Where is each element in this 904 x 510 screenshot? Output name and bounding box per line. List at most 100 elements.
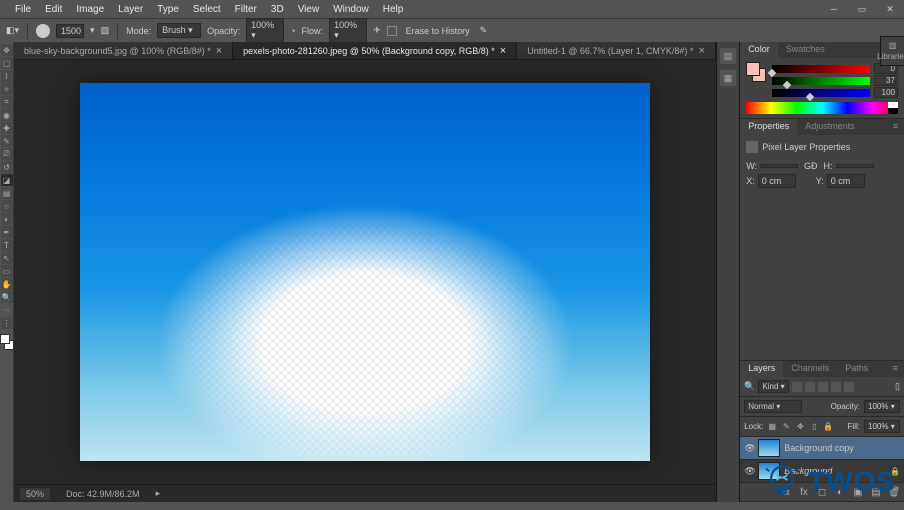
fill-input[interactable]: 100% ▾ [864, 420, 900, 433]
x-input[interactable]: 0 cm [758, 174, 796, 188]
lasso-tool[interactable]: ⌇ [1, 70, 13, 82]
filter-adjust-icon[interactable] [805, 382, 815, 392]
canvas[interactable] [80, 83, 650, 461]
tool-expand-icon[interactable]: ⋯ [1, 304, 13, 316]
status-chevron-icon[interactable]: ▸ [156, 488, 161, 499]
type-tool[interactable]: T [1, 239, 13, 251]
w-input[interactable] [760, 164, 798, 168]
brush-panel-icon[interactable]: ▨ [101, 25, 110, 36]
doc-tab-2[interactable]: Untitled-1 @ 66.7% (Layer 1, CMYK/8#) *× [517, 42, 716, 59]
zoom-tool[interactable]: 🔍 [1, 291, 13, 303]
eraser-tool-icon[interactable]: ◧▾ [6, 25, 19, 36]
panel-color-swatches[interactable] [746, 62, 766, 82]
menu-image[interactable]: Image [69, 4, 111, 15]
fg-swatch[interactable] [746, 62, 760, 76]
menu-window[interactable]: Window [326, 4, 376, 15]
tab-properties[interactable]: Properties [740, 119, 797, 135]
menu-file[interactable]: File [8, 4, 38, 15]
layer-thumbnail[interactable] [758, 439, 780, 457]
r-slider[interactable] [772, 65, 870, 73]
layer-name[interactable]: Background copy [784, 443, 854, 453]
mode-select[interactable]: Brush ▾ [157, 23, 201, 38]
close-icon[interactable]: × [216, 45, 222, 57]
path-tool[interactable]: ↖ [1, 252, 13, 264]
color-spectrum[interactable] [746, 102, 898, 114]
tab-paths[interactable]: Paths [837, 361, 876, 377]
pressure-opacity-icon[interactable]: ◔ [290, 26, 295, 36]
menu-filter[interactable]: Filter [228, 4, 264, 15]
blur-tool[interactable]: ○ [1, 200, 13, 212]
filter-shape-icon[interactable] [831, 382, 841, 392]
tab-layers[interactable]: Layers [740, 361, 783, 377]
brush-tool[interactable]: ✎ [1, 135, 13, 147]
opacity-input[interactable]: 100% ▾ [246, 18, 284, 43]
minimize-button[interactable]: ─ [820, 0, 848, 18]
zoom-level[interactable]: 50% [20, 488, 50, 500]
shape-tool[interactable]: ▭ [1, 265, 13, 277]
marquee-tool[interactable]: ▢ [1, 57, 13, 69]
libraries-tab[interactable]: ▥ Libraries [880, 36, 904, 66]
actions-panel-icon[interactable]: ▦ [720, 70, 736, 86]
brush-dropdown-icon[interactable]: ▾ [90, 25, 95, 36]
stamp-tool[interactable]: ⎚ [1, 148, 13, 160]
layer-row[interactable]: 👁 Background copy [740, 437, 904, 460]
link-wh-icon[interactable]: GĐ [804, 161, 818, 171]
heal-tool[interactable]: ✚ [1, 122, 13, 134]
lock-transparency-icon[interactable]: ▦ [767, 422, 777, 432]
brush-size-value[interactable]: 1500 [56, 24, 84, 38]
crop-tool[interactable]: ⌗ [1, 96, 13, 108]
history-brush-tool[interactable]: ↺ [1, 161, 13, 173]
filter-type-icon[interactable] [818, 382, 828, 392]
fg-color-swatch[interactable] [0, 334, 10, 344]
lock-position-icon[interactable]: ✥ [795, 422, 805, 432]
history-panel-icon[interactable]: ▤ [720, 48, 736, 64]
close-icon[interactable]: × [500, 45, 506, 57]
dodge-tool[interactable]: ◐ [1, 213, 13, 225]
menu-type[interactable]: Type [150, 4, 186, 15]
b-value[interactable]: 100 [874, 87, 898, 98]
filter-smart-icon[interactable] [844, 382, 854, 392]
filter-kind-select[interactable]: Kind ▾ [758, 380, 788, 393]
close-button[interactable]: ✕ [876, 0, 904, 18]
maximize-button[interactable]: ▭ [848, 0, 876, 18]
eraser-tool[interactable]: ◪ [1, 174, 13, 186]
filter-toggle[interactable]: ▯ [895, 381, 900, 392]
lock-all-icon[interactable]: 🔒 [823, 422, 833, 432]
pen-tool[interactable]: ✒ [1, 226, 13, 238]
menu-layer[interactable]: Layer [111, 4, 150, 15]
visibility-toggle[interactable]: 👁 [744, 466, 754, 477]
pressure-size-icon[interactable]: ✎ [480, 25, 488, 36]
tab-swatches[interactable]: Swatches [778, 42, 833, 58]
lock-image-icon[interactable]: ✎ [781, 422, 791, 432]
b-slider[interactable] [772, 89, 870, 97]
panel-menu-icon[interactable]: ≡ [887, 361, 904, 377]
menu-select[interactable]: Select [186, 4, 228, 15]
wand-tool[interactable]: ✧ [1, 83, 13, 95]
y-input[interactable]: 0 cm [827, 174, 865, 188]
menu-edit[interactable]: Edit [38, 4, 69, 15]
layer-opacity-input[interactable]: 100% ▾ [864, 400, 900, 413]
menu-view[interactable]: View [291, 4, 327, 15]
g-value[interactable]: 37 [874, 75, 898, 86]
doc-tab-0[interactable]: blue-sky-background5.jpg @ 100% (RGB/8#)… [14, 42, 233, 59]
edit-toolbar-button[interactable]: ⋮ [1, 317, 13, 329]
menu-help[interactable]: Help [376, 4, 411, 15]
move-tool[interactable]: ✥ [1, 44, 13, 56]
flow-input[interactable]: 100% ▾ [329, 18, 367, 43]
airbrush-icon[interactable]: ✈ [373, 25, 381, 36]
color-swatches[interactable] [0, 334, 14, 350]
tab-adjustments[interactable]: Adjustments [797, 119, 863, 135]
filter-pixel-icon[interactable] [792, 382, 802, 392]
lock-artboard-icon[interactable]: ▯ [809, 422, 819, 432]
eyedropper-tool[interactable]: ◉ [1, 109, 13, 121]
g-slider[interactable] [772, 77, 870, 85]
tab-color[interactable]: Color [740, 42, 778, 58]
visibility-toggle[interactable]: 👁 [744, 443, 754, 454]
tab-channels[interactable]: Channels [783, 361, 837, 377]
panel-menu-icon[interactable]: ≡ [887, 119, 904, 135]
h-input[interactable] [836, 164, 874, 168]
erase-history-checkbox[interactable] [387, 26, 397, 36]
menu-3d[interactable]: 3D [264, 4, 291, 15]
gradient-tool[interactable]: ▤ [1, 187, 13, 199]
doc-tab-1[interactable]: pexels-photo-281260.jpeg @ 50% (Backgrou… [233, 42, 517, 59]
